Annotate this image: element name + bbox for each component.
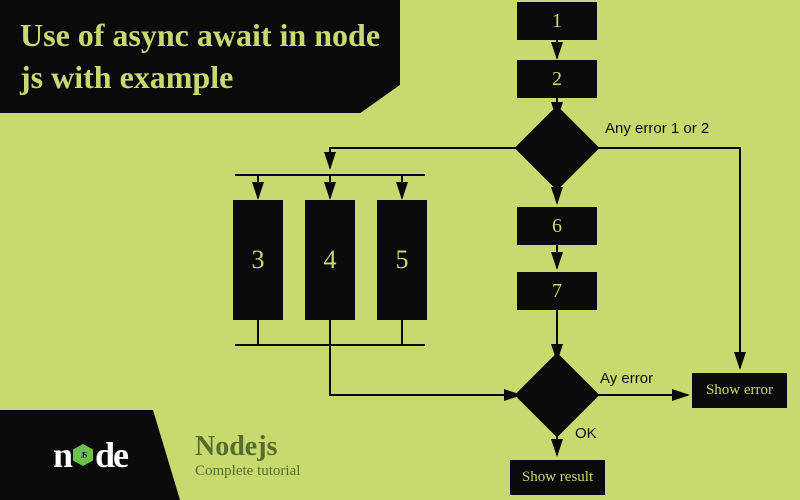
step-6: 6 [517,207,597,245]
step-3: 3 [233,200,283,320]
show-error-box: Show error [692,373,787,408]
footer-text: Nodejs Complete tutorial [195,431,300,480]
footer-logo-shape: n de [0,410,180,500]
step-7: 7 [517,272,597,310]
decision-1 [515,106,600,191]
step-2: 2 [517,60,597,98]
label-ay-error: Ay error [600,370,653,387]
step-5: 5 [377,200,427,320]
show-result-box: Show result [510,460,605,495]
footer-subtitle: Complete tutorial [195,463,300,480]
footer-title: Nodejs [195,431,300,463]
hexagon-icon [73,444,93,466]
node-logo: n de [53,434,127,476]
label-ok: OK [575,425,597,442]
step-1: 1 [517,2,597,40]
label-any-error: Any error 1 or 2 [605,120,709,137]
footer: n de Nodejs Complete tutorial [0,410,300,500]
step-4: 4 [305,200,355,320]
